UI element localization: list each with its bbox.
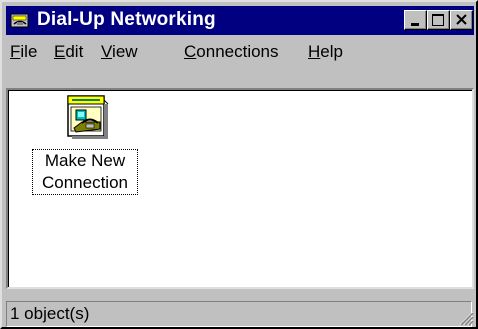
window-title: Dial-Up Networking [37,9,216,30]
menu-edit-label: dit [65,42,84,61]
menu-help[interactable]: Help [308,42,343,62]
dial-up-networking-icon [10,13,29,28]
menu-help-accel: H [308,42,321,61]
status-cell: 1 object(s) [6,301,472,327]
status-bar: 1 object(s) [6,301,476,327]
resize-grip-icon[interactable] [456,308,474,326]
menu-connections[interactable]: Connections [184,42,279,62]
dial-up-networking-window: Dial-Up Networking File Edit View Connec… [0,0,478,329]
minimize-button[interactable] [404,10,427,30]
menu-file-label: ile [20,42,38,61]
title-bar[interactable]: Dial-Up Networking [6,6,474,35]
menu-file-accel: F [10,42,21,61]
menu-view-accel: V [101,42,113,61]
menu-bar: File Edit View Connections Help [6,38,474,64]
menu-view[interactable]: View [101,42,138,62]
close-button[interactable] [450,10,473,30]
content-area: Make New Connection [8,90,472,287]
content-pane[interactable]: Make New Connection [6,88,474,289]
menu-connections-label: onnections [196,42,279,61]
minimize-icon [411,23,419,26]
maximize-icon [432,14,444,26]
menu-view-label: iew [112,42,138,61]
make-new-connection-label[interactable]: Make New Connection [32,149,138,195]
menu-edit[interactable]: Edit [54,42,83,62]
menu-connections-accel: C [184,42,197,61]
menu-edit-accel: E [54,42,66,61]
item-label-line1: Make New [44,151,126,170]
maximize-button[interactable] [427,10,450,30]
close-icon [456,14,467,25]
make-new-connection-icon[interactable] [62,94,112,141]
menu-help-label: elp [320,42,343,61]
item-label-line2: Connection [41,173,128,192]
status-text: 1 object(s) [10,304,90,323]
menu-file[interactable]: File [10,42,37,62]
